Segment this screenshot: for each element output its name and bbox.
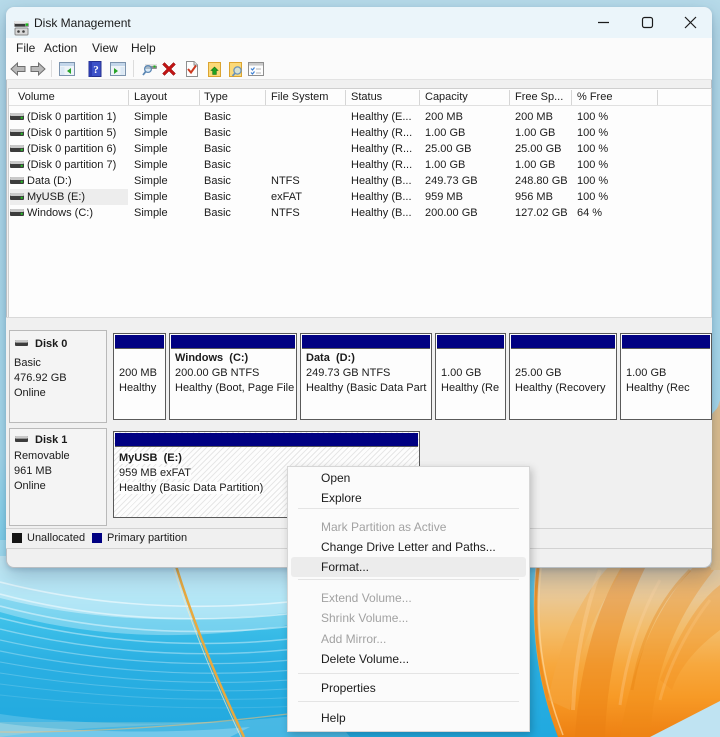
svg-text:?: ? <box>93 64 99 76</box>
